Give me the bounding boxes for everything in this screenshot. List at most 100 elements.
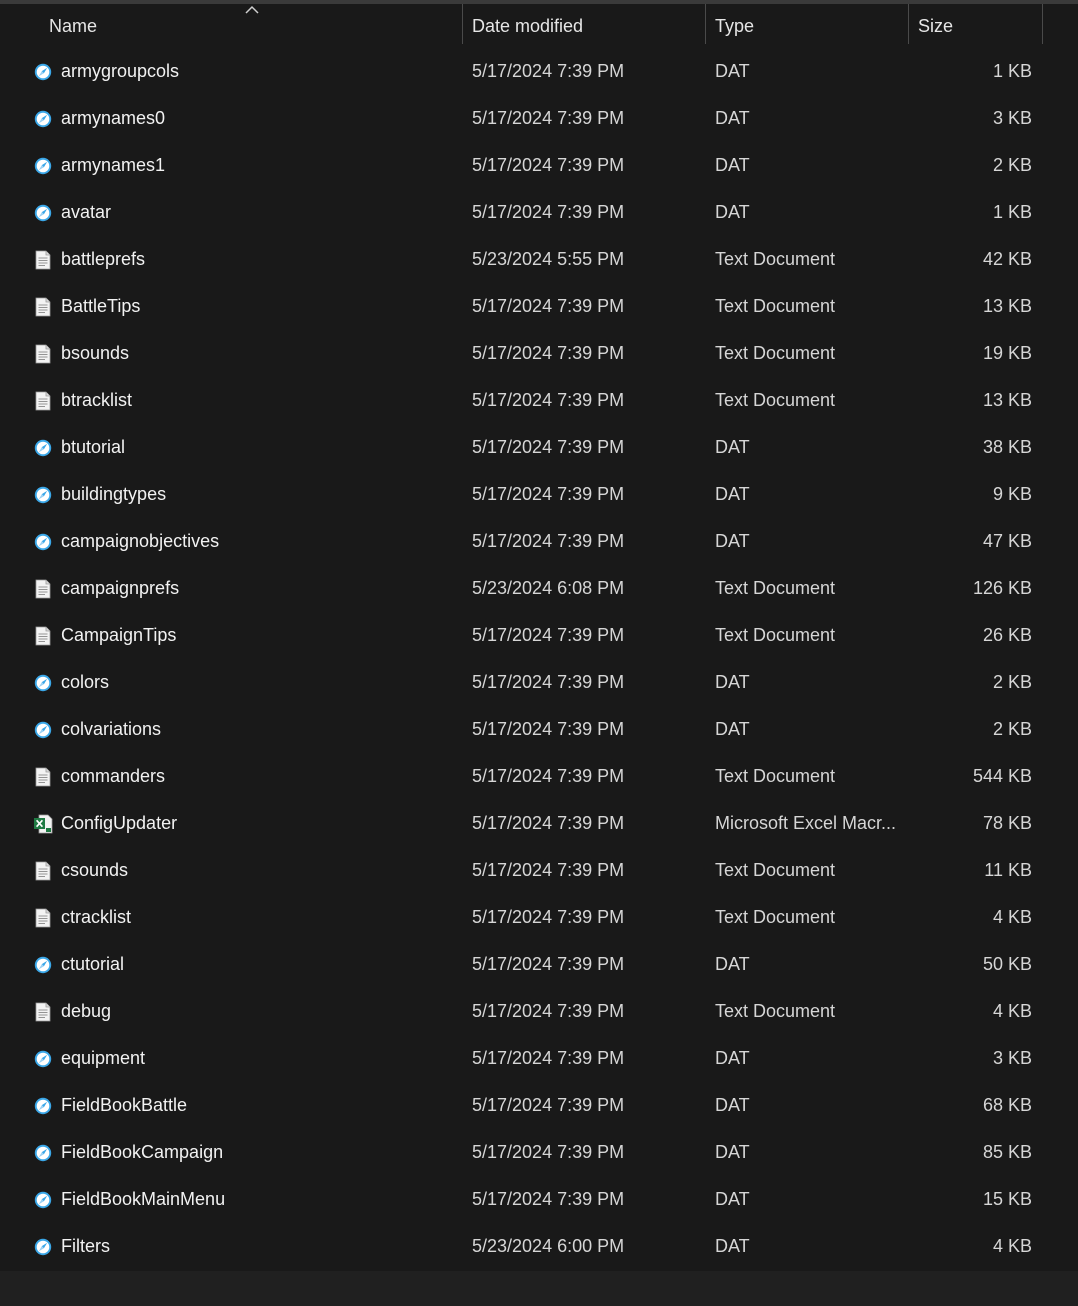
file-date-modified: 5/17/2024 7:39 PM: [472, 484, 625, 504]
file-row[interactable]: avatar 5/17/2024 7:39 PM DAT 1 KB: [0, 189, 1078, 236]
file-row[interactable]: btutorial 5/17/2024 7:39 PM DAT 38 KB: [0, 424, 1078, 471]
file-row[interactable]: armynames0 5/17/2024 7:39 PM DAT 3 KB: [0, 95, 1078, 142]
file-size: 1 KB: [992, 61, 1032, 81]
dat-file-icon: [33, 156, 53, 176]
file-size: 26 KB: [982, 625, 1032, 645]
file-type: DAT: [715, 1236, 750, 1256]
file-type: Text Document: [715, 625, 836, 645]
file-type: DAT: [715, 531, 750, 551]
horizontal-scrollbar-track[interactable]: [0, 1271, 1078, 1306]
file-name: FieldBookCampaign: [61, 1142, 224, 1162]
file-row[interactable]: armynames1 5/17/2024 7:39 PM DAT 2 KB: [0, 142, 1078, 189]
column-header-size[interactable]: Size: [918, 4, 1038, 44]
dat-file-icon: [33, 955, 53, 975]
file-row[interactable]: equipment 5/17/2024 7:39 PM DAT 3 KB: [0, 1035, 1078, 1082]
file-row[interactable]: commanders 5/17/2024 7:39 PM Text Document…: [0, 753, 1078, 800]
file-type: Text Document: [715, 390, 836, 410]
file-name: btutorial: [61, 437, 126, 457]
file-date-modified: 5/17/2024 7:39 PM: [472, 719, 625, 739]
file-type: DAT: [715, 61, 750, 81]
file-row[interactable]: FieldBookCampaign 5/17/2024 7:39 PM DAT 85 …: [0, 1129, 1078, 1176]
file-name: avatar: [61, 202, 112, 222]
file-name: Filters: [61, 1236, 110, 1256]
file-row[interactable]: colvariations 5/17/2024 7:39 PM DAT 2 KB: [0, 706, 1078, 753]
file-row[interactable]: FieldBookMainMenu 5/17/2024 7:39 PM DAT 15 …: [0, 1176, 1078, 1223]
dat-file-icon: [33, 1237, 53, 1257]
file-row[interactable]: buildingtypes 5/17/2024 7:39 PM DAT 9 KB: [0, 471, 1078, 518]
file-type: Microsoft Excel Macr...: [715, 813, 897, 833]
file-list[interactable]: aistrategies5/17/2024 7:39 PMDAT22 KBarm…: [0, 4, 1078, 1271]
file-type: Text Document: [715, 343, 836, 363]
file-date-modified: 5/23/2024 5:55 PM: [472, 249, 625, 269]
file-row[interactable]: csounds 5/17/2024 7:39 PM Text Document 11 …: [0, 847, 1078, 894]
file-size: 85 KB: [982, 1142, 1032, 1162]
file-name: btracklist: [61, 390, 133, 410]
file-row[interactable]: armygroupcols 5/17/2024 7:39 PM DAT 1 KB: [0, 48, 1078, 95]
file-row[interactable]: CampaignTips 5/17/2024 7:39 PM Text Docume…: [0, 612, 1078, 659]
column-divider[interactable]: [1042, 4, 1043, 44]
file-size: 1 KB: [992, 202, 1032, 222]
file-size: 50 KB: [982, 954, 1032, 974]
dat-file-icon: [33, 1096, 53, 1116]
file-date-modified: 5/17/2024 7:39 PM: [472, 155, 625, 175]
file-row[interactable]: btracklist 5/17/2024 7:39 PM Text Document…: [0, 377, 1078, 424]
file-row[interactable]: ConfigUpdater 5/17/2024 7:39 PM Microsoft …: [0, 800, 1078, 847]
file-type: Text Document: [715, 296, 836, 316]
file-date-modified: 5/17/2024 7:39 PM: [472, 1001, 625, 1021]
file-date-modified: 5/17/2024 7:39 PM: [472, 954, 625, 974]
file-type: DAT: [715, 954, 750, 974]
column-divider[interactable]: [462, 4, 463, 44]
file-date-modified: 5/17/2024 7:39 PM: [472, 61, 625, 81]
column-divider[interactable]: [908, 4, 909, 44]
file-type: DAT: [715, 672, 750, 692]
column-header-name-label: Name: [49, 16, 98, 36]
file-date-modified: 5/17/2024 7:39 PM: [472, 1189, 625, 1209]
file-row[interactable]: battleprefs 5/23/2024 5:55 PM Text Documen…: [0, 236, 1078, 283]
file-row[interactable]: colors 5/17/2024 7:39 PM DAT 2 KB: [0, 659, 1078, 706]
file-name: battleprefs: [61, 249, 146, 269]
file-date-modified: 5/23/2024 6:00 PM: [472, 1236, 625, 1256]
file-type: DAT: [715, 719, 750, 739]
dat-file-icon: [33, 109, 53, 129]
file-type: Text Document: [715, 860, 836, 880]
file-size: 47 KB: [982, 531, 1032, 551]
file-name: campaignprefs: [61, 578, 180, 598]
file-row[interactable]: bsounds 5/17/2024 7:39 PM Text Document 19 …: [0, 330, 1078, 377]
file-row[interactable]: ctutorial 5/17/2024 7:39 PM DAT 50 KB: [0, 941, 1078, 988]
dat-file-icon: [33, 485, 53, 505]
file-row[interactable]: campaignobjectives 5/17/2024 7:39 PM DAT 47…: [0, 518, 1078, 565]
file-type: DAT: [715, 484, 750, 504]
file-date-modified: 5/17/2024 7:39 PM: [472, 766, 625, 786]
file-size: 11 KB: [984, 860, 1032, 880]
file-type: DAT: [715, 202, 750, 222]
column-header-type[interactable]: Type: [715, 4, 905, 44]
column-header: Name Date modified Type Size: [0, 4, 1078, 44]
file-name: commanders: [61, 766, 166, 786]
file-row[interactable]: ctracklist 5/17/2024 7:39 PM Text Document…: [0, 894, 1078, 941]
file-row[interactable]: BattleTips 5/17/2024 7:39 PM Text Document…: [0, 283, 1078, 330]
file-date-modified: 5/17/2024 7:39 PM: [472, 625, 625, 645]
file-size: 2 KB: [992, 672, 1032, 692]
file-type: DAT: [715, 1189, 750, 1209]
file-row[interactable]: campaignprefs 5/23/2024 6:08 PM Text Docum…: [0, 565, 1078, 612]
file-size: 68 KB: [982, 1095, 1032, 1115]
text-document-icon: [33, 908, 53, 928]
column-divider[interactable]: [705, 4, 706, 44]
file-date-modified: 5/17/2024 7:39 PM: [472, 390, 625, 410]
file-date-modified: 5/17/2024 7:39 PM: [472, 202, 625, 222]
file-size: 42 KB: [982, 249, 1032, 269]
file-name: bsounds: [61, 343, 130, 363]
dat-file-icon: [33, 203, 53, 223]
text-document-icon: [33, 626, 53, 646]
file-row[interactable]: Filters 5/23/2024 6:00 PM DAT 4 KB: [0, 1223, 1078, 1270]
file-type: DAT: [715, 1095, 750, 1115]
file-date-modified: 5/17/2024 7:39 PM: [472, 907, 625, 927]
file-type: DAT: [715, 108, 750, 128]
file-type: DAT: [715, 437, 750, 457]
file-size: 4 KB: [992, 1001, 1032, 1021]
file-row[interactable]: debug 5/17/2024 7:39 PM Text Document 4 KB: [0, 988, 1078, 1035]
column-header-date[interactable]: Date modified: [472, 4, 702, 44]
file-row[interactable]: FieldBookBattle 5/17/2024 7:39 PM DAT 68 KB: [0, 1082, 1078, 1129]
file-size: 2 KB: [992, 719, 1032, 739]
text-document-icon: [33, 391, 53, 411]
